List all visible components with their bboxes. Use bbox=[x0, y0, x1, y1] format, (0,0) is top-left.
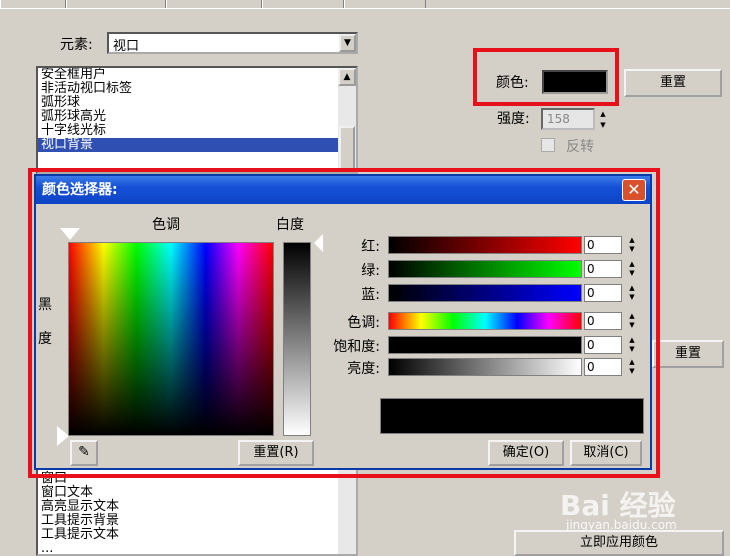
spinner-arrows-icon[interactable]: ▲ ▼ bbox=[626, 284, 638, 302]
ok-button[interactable]: 确定(O) bbox=[488, 440, 564, 466]
tab-strip bbox=[0, 0, 730, 8]
color-swatch[interactable] bbox=[542, 70, 608, 94]
watermark-url: jingyan.baidu.com bbox=[566, 518, 677, 532]
intensity-input[interactable]: 158 bbox=[541, 108, 595, 130]
list-item[interactable]: 非活动视口标签 bbox=[38, 82, 338, 96]
channel-label: 绿: bbox=[361, 263, 380, 279]
tab-1[interactable] bbox=[0, 0, 66, 8]
list-item[interactable]: ... bbox=[38, 542, 338, 555]
list-item[interactable]: 视口背景 bbox=[38, 138, 338, 152]
list-item[interactable]: 工具提示文本 bbox=[38, 528, 338, 542]
tab-2[interactable] bbox=[66, 0, 166, 8]
channel-value-input[interactable]: 0 bbox=[584, 236, 622, 254]
element-list[interactable]: 安全框用户 非活动视口标签 弧形球 弧形球高光 十字线光标 视口背景 ▲ bbox=[36, 66, 358, 174]
channel-value-input[interactable]: 0 bbox=[584, 284, 622, 302]
channel-value-input[interactable]: 0 bbox=[584, 358, 622, 376]
channel-label: 红: bbox=[361, 239, 380, 255]
list-item[interactable]: 工具提示背景 bbox=[38, 514, 338, 528]
channel-slider[interactable] bbox=[388, 236, 582, 254]
apply-color-button[interactable]: 立即应用颜色 bbox=[514, 530, 724, 556]
channel-slider[interactable] bbox=[388, 260, 582, 278]
hue-pointer-icon[interactable] bbox=[60, 228, 80, 240]
channel-label: 饱和度: bbox=[333, 339, 380, 355]
channel-slider[interactable] bbox=[388, 358, 582, 376]
list-item[interactable]: 弧形球 bbox=[38, 96, 338, 110]
channel-label: 亮度: bbox=[347, 361, 380, 377]
chevron-down-icon[interactable]: ▼ bbox=[339, 34, 356, 52]
color-preview bbox=[380, 398, 644, 434]
whiteness-pointer-icon[interactable] bbox=[314, 234, 323, 252]
whiteness-label: 白度 bbox=[276, 217, 304, 233]
tab-active[interactable] bbox=[344, 0, 426, 8]
tab-divider bbox=[0, 8, 730, 9]
color-picker-dialog: 颜色选择器: ✕ 色调 白度 黑 度 ✎ 重置(R) 红: 0 ▲ ▼ 绿: 0 ▲ ▼ 蓝: 0… bbox=[34, 174, 652, 470]
element-list-items: 安全框用户 非活动视口标签 弧形球 弧形球高光 十字线光标 视口背景 bbox=[38, 68, 338, 152]
hue-blackness-spectrum[interactable] bbox=[68, 242, 274, 436]
reset-button-2[interactable]: 重置 bbox=[652, 340, 724, 368]
spinner-arrows-icon[interactable]: ▲ ▼ bbox=[626, 260, 638, 278]
element-list-lower-items: 窗口 窗口文本 高亮显示文本 工具提示背景 工具提示文本... bbox=[38, 472, 338, 555]
scroll-up-icon[interactable]: ▲ bbox=[338, 68, 356, 86]
list-item[interactable]: 十字线光标 bbox=[38, 124, 338, 138]
spinner-arrows-icon[interactable]: ▲ ▼ bbox=[626, 336, 638, 354]
channel-value-input[interactable]: 0 bbox=[584, 312, 622, 330]
color-label: 颜色: bbox=[496, 75, 529, 91]
list-scrollbar[interactable]: ▲ bbox=[338, 68, 356, 172]
channel-label: 蓝: bbox=[361, 287, 380, 303]
spinner-arrows-icon[interactable]: ▲ ▼ bbox=[626, 236, 638, 254]
intensity-label: 强度: bbox=[497, 111, 530, 127]
channel-value-input[interactable]: 0 bbox=[584, 260, 622, 278]
whiteness-bar[interactable] bbox=[283, 242, 311, 436]
list-scrollbar-lower[interactable] bbox=[338, 470, 356, 554]
list-item[interactable]: 窗口文本 bbox=[38, 486, 338, 500]
spinner-arrows-icon[interactable]: ▲ ▼ bbox=[626, 312, 638, 330]
dialog-reset-button[interactable]: 重置(R) bbox=[238, 440, 314, 466]
channel-slider[interactable] bbox=[388, 284, 582, 302]
blackness-label-1: 黑 bbox=[38, 297, 52, 313]
dialog-title: 颜色选择器: bbox=[36, 176, 650, 204]
eyedropper-icon[interactable]: ✎ bbox=[70, 440, 98, 466]
tab-3[interactable] bbox=[166, 0, 262, 8]
tab-4[interactable] bbox=[262, 0, 344, 8]
element-combo[interactable]: 视口 ▼ bbox=[107, 32, 358, 54]
element-label: 元素: bbox=[60, 37, 93, 53]
invert-label: 反转 bbox=[566, 139, 594, 155]
invert-checkbox[interactable] bbox=[541, 138, 555, 152]
scroll-thumb[interactable] bbox=[339, 126, 355, 172]
element-list-lower[interactable]: 窗口 窗口文本 高亮显示文本 工具提示背景 工具提示文本... bbox=[36, 470, 358, 556]
spinner-arrows-icon[interactable]: ▲ ▼ bbox=[626, 358, 638, 376]
cancel-button[interactable]: 取消(C) bbox=[570, 440, 642, 466]
blackness-label-2: 度 bbox=[38, 331, 52, 347]
element-combo-value: 视口 bbox=[113, 39, 140, 54]
list-item[interactable]: 弧形球高光 bbox=[38, 110, 338, 124]
intensity-spinner-icon[interactable]: ▲ ▼ bbox=[597, 109, 609, 131]
list-item[interactable]: 安全框用户 bbox=[38, 68, 338, 82]
channel-value-input[interactable]: 0 bbox=[584, 336, 622, 354]
channel-label: 色调: bbox=[347, 315, 380, 331]
hue-label: 色调 bbox=[152, 217, 180, 233]
close-icon[interactable]: ✕ bbox=[622, 179, 646, 201]
channel-slider[interactable] bbox=[388, 312, 582, 330]
reset-button[interactable]: 重置 bbox=[624, 69, 722, 97]
channel-slider[interactable] bbox=[388, 336, 582, 354]
list-item[interactable]: 高亮显示文本 bbox=[38, 500, 338, 514]
